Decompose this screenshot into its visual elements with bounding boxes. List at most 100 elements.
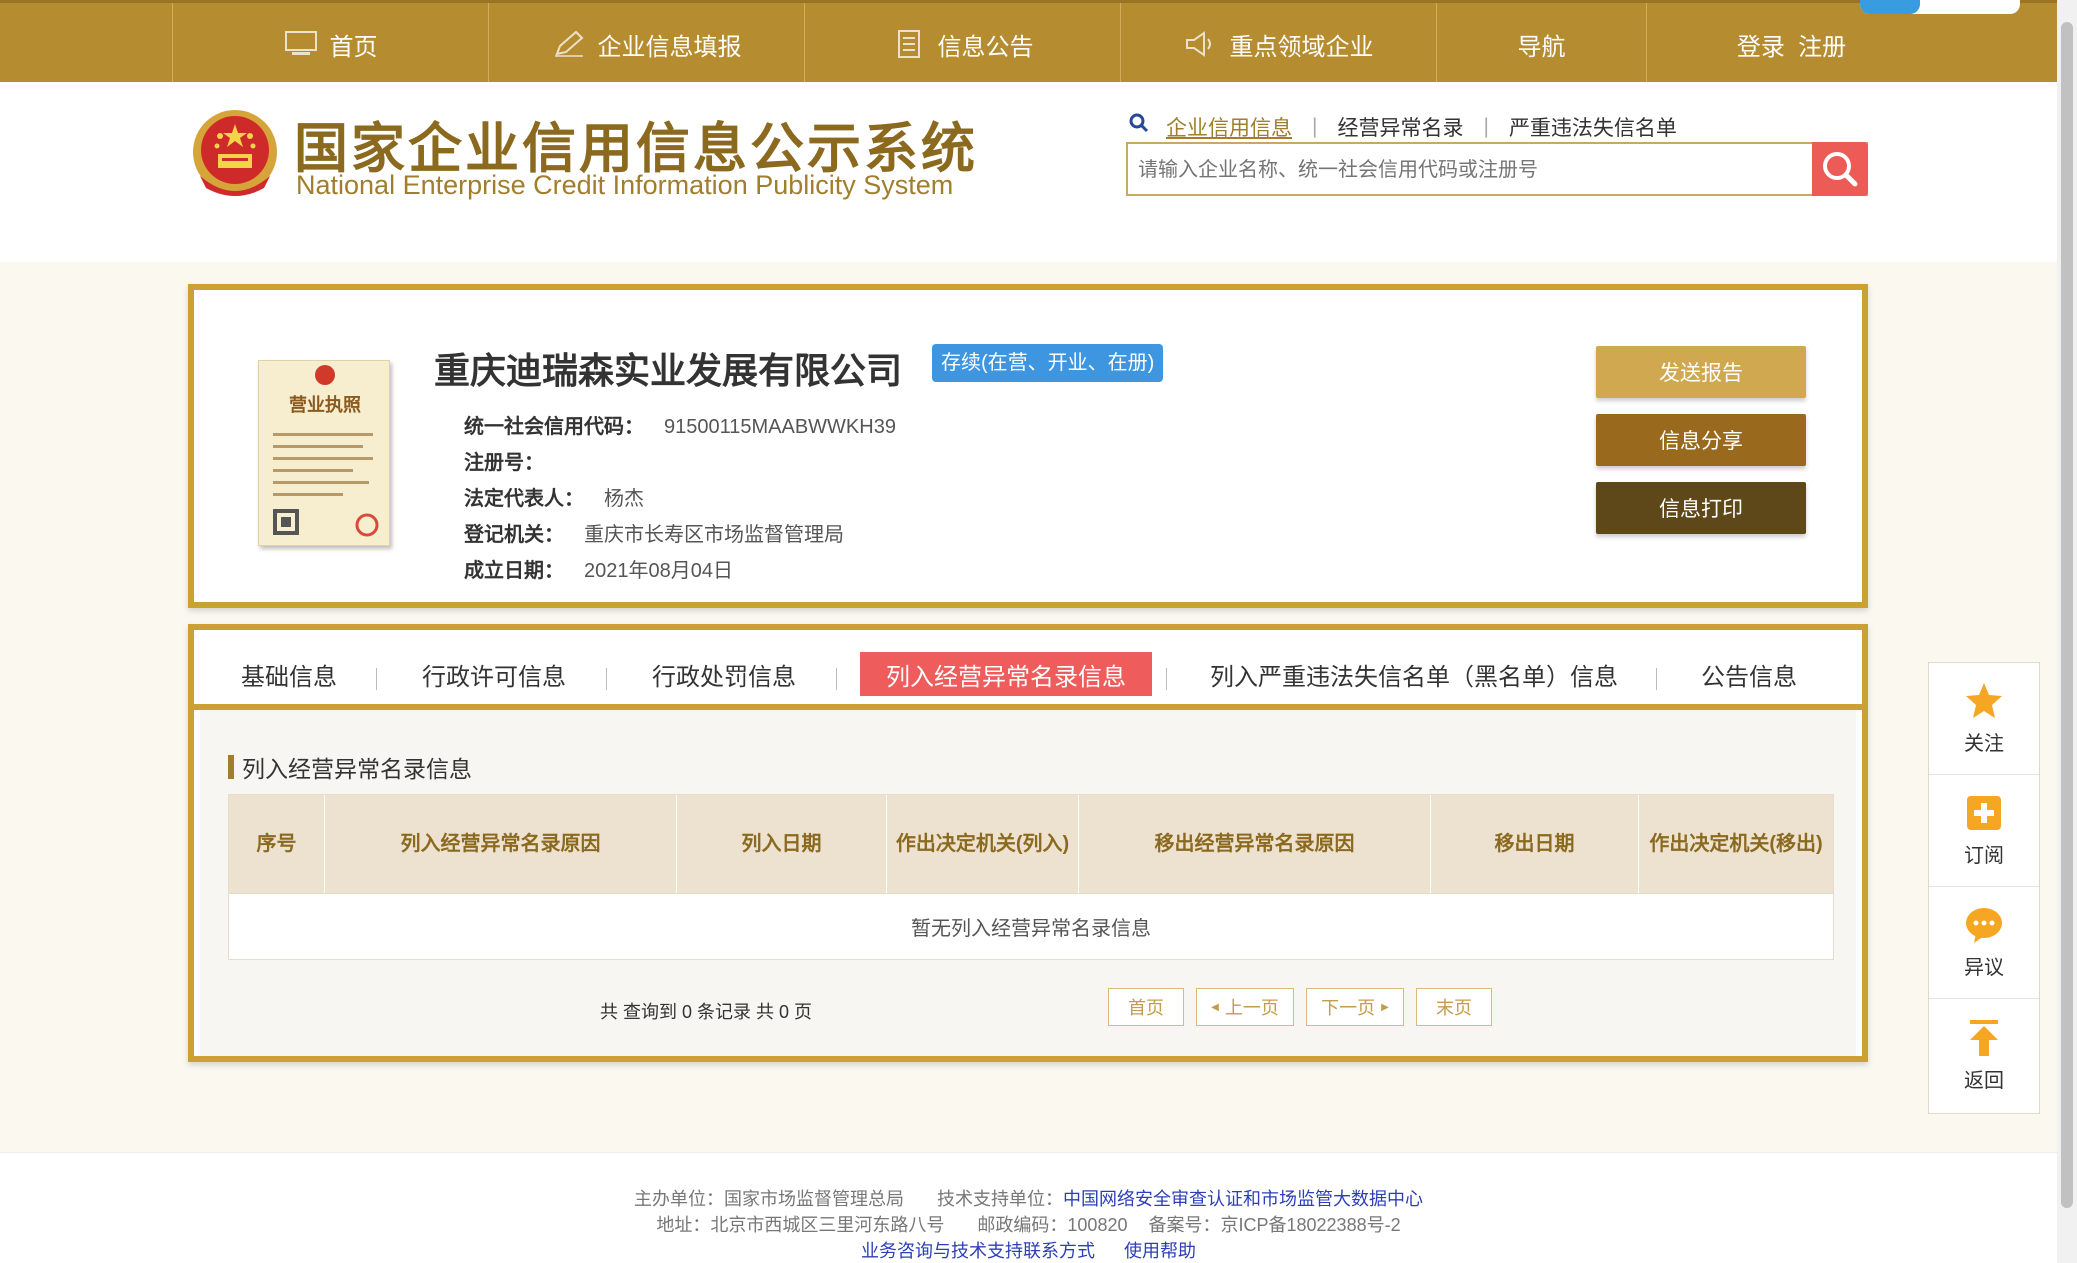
footer-address: 地址：北京市西城区三里河东路八号 bbox=[656, 1215, 945, 1235]
nav-login-register-label: 登录 注册 bbox=[1736, 33, 1847, 61]
tab-separator bbox=[836, 668, 837, 690]
info-tabs-panel: 基础信息 行政许可信息 行政处罚信息 列入经营异常名录信息 列入严重违法失信名单… bbox=[188, 624, 1868, 1062]
subscribe-button[interactable]: 订阅 bbox=[1929, 775, 2039, 887]
megaphone-icon bbox=[1185, 31, 1211, 57]
tab-announcement[interactable]: 公告信息 bbox=[1694, 652, 1804, 696]
chevron-right-icon: ▶ bbox=[1381, 1001, 1389, 1013]
national-emblem-icon bbox=[193, 110, 277, 196]
section-title-text: 列入经营异常名录信息 bbox=[242, 756, 472, 782]
business-license-icon: 营业执照 bbox=[273, 365, 379, 537]
back-to-top-button[interactable]: 返回 bbox=[1929, 999, 2039, 1111]
company-card: 营业执照 重庆迪瑞森实业发展有限公司 存续(在营、开业、在册) 统一社会信用代码… bbox=[188, 284, 1868, 608]
credit-code-label: 统一社会信用代码： bbox=[464, 416, 644, 438]
search-tab-separator: | bbox=[1312, 115, 1318, 138]
nav-navigation[interactable]: 导航 bbox=[1436, 3, 1646, 85]
chevron-left-icon: ◀ bbox=[1211, 1001, 1219, 1013]
star-icon bbox=[1966, 683, 2002, 718]
credit-code-value: 91500115MAABWWKH39 bbox=[664, 416, 896, 438]
nav-login-register[interactable]: 登录 注册 bbox=[1646, 3, 1936, 85]
tab-separator bbox=[1166, 668, 1167, 690]
search-tab-abnormal[interactable]: 经营异常名录 bbox=[1337, 112, 1463, 142]
info-row-legal-rep: 法定代表人： 杨杰 bbox=[464, 482, 644, 511]
scrollbar-thumb[interactable] bbox=[2061, 22, 2073, 1208]
search-input[interactable] bbox=[1138, 153, 1818, 187]
nav-enterprise-report-label: 企业信息填报 bbox=[597, 33, 742, 61]
tab-content: 列入经营异常名录信息 序号 列入经营异常名录原因 列入日期 作出决定机关(列入)… bbox=[200, 710, 1856, 1056]
tab-admin-license[interactable]: 行政许可信息 bbox=[414, 652, 574, 696]
abnormal-list-table: 序号 列入经营异常名录原因 列入日期 作出决定机关(列入) 移出经营异常名录原因… bbox=[228, 794, 1834, 960]
footer-line-host: 主办单位：国家市场监督管理总局 技术支持单位：中国网络安全审查认证和市场监管大数… bbox=[0, 1185, 2057, 1211]
established-label: 成立日期： bbox=[464, 560, 564, 582]
column-header: 移出日期 bbox=[1431, 795, 1639, 893]
established-value: 2021年08月04日 bbox=[584, 560, 733, 582]
search-tab-credit[interactable]: 企业信用信息 bbox=[1166, 112, 1292, 142]
info-row-authority: 登记机关： 重庆市长寿区市场监督管理局 bbox=[464, 518, 844, 547]
search-tab-blacklist[interactable]: 严重违法失信名单 bbox=[1509, 112, 1677, 142]
info-row-established: 成立日期： 2021年08月04日 bbox=[464, 554, 733, 583]
footer-icp[interactable]: 备案号：京ICP备18022388号-2 bbox=[1149, 1215, 1401, 1235]
search-icon bbox=[1823, 152, 1858, 187]
page-scrollbar[interactable] bbox=[2057, 0, 2077, 1263]
reg-no-label: 注册号： bbox=[464, 452, 544, 474]
pager-last-button[interactable]: 末页 bbox=[1416, 988, 1492, 1026]
pager-summary: 共 查询到 0 条记录 共 0 页 bbox=[600, 1002, 813, 1022]
footer-support-label: 技术支持单位： bbox=[937, 1189, 1063, 1209]
back-label: 返回 bbox=[1964, 1069, 2004, 1092]
nav-announcement[interactable]: 信息公告 bbox=[804, 3, 1120, 85]
legal-rep-label: 法定代表人： bbox=[464, 488, 584, 510]
nav-home[interactable]: 首页 bbox=[172, 3, 488, 85]
pager-next-button[interactable]: 下一页 ▶ bbox=[1306, 988, 1404, 1026]
nav-announcement-label: 信息公告 bbox=[937, 33, 1034, 61]
send-report-button[interactable]: 发送报告 bbox=[1596, 346, 1806, 398]
nav-navigation-label: 导航 bbox=[1517, 33, 1566, 61]
tab-separator bbox=[376, 668, 377, 690]
arrow-up-icon bbox=[1970, 1019, 1998, 1056]
objection-button[interactable]: 异议 bbox=[1929, 887, 2039, 999]
follow-label: 关注 bbox=[1964, 733, 2004, 755]
legal-rep-value: 杨杰 bbox=[604, 488, 644, 510]
nav-key-enterprises[interactable]: 重点领域企业 bbox=[1120, 3, 1436, 85]
section-title-bar bbox=[228, 755, 234, 779]
footer-host-label: 主办单位： bbox=[633, 1189, 724, 1209]
footer-consult-link[interactable]: 业务咨询与技术支持联系方式 bbox=[861, 1241, 1095, 1261]
pager-prev-button[interactable]: ◀ 上一页 bbox=[1196, 988, 1294, 1026]
nav-home-label: 首页 bbox=[329, 33, 378, 61]
share-info-button[interactable]: 信息分享 bbox=[1596, 414, 1806, 466]
tab-blacklist[interactable]: 列入严重违法失信名单（黑名单）信息 bbox=[1204, 652, 1624, 696]
footer-help-link[interactable]: 使用帮助 bbox=[1124, 1241, 1196, 1261]
chat-bubble-icon bbox=[1966, 908, 2002, 943]
tab-admin-penalty[interactable]: 行政处罚信息 bbox=[644, 652, 804, 696]
status-badge: 存续(在营、开业、在册) bbox=[932, 344, 1164, 382]
follow-button[interactable]: 关注 bbox=[1929, 663, 2039, 775]
nav-enterprise-report[interactable]: 企业信息填报 bbox=[488, 3, 804, 85]
print-info-button[interactable]: 信息打印 bbox=[1596, 482, 1806, 534]
tabs-bar: 基础信息 行政许可信息 行政处罚信息 列入经营异常名录信息 列入严重违法失信名单… bbox=[194, 634, 1862, 700]
column-header: 移出经营异常名录原因 bbox=[1079, 795, 1431, 893]
footer-postcode: 邮政编码：100820 bbox=[977, 1215, 1128, 1235]
pager-prev-label: 上一页 bbox=[1224, 998, 1279, 1018]
footer-host: 国家市场监督管理总局 bbox=[723, 1189, 904, 1209]
authority-value: 重庆市长寿区市场监督管理局 bbox=[584, 524, 844, 546]
column-header: 列入日期 bbox=[677, 795, 887, 893]
table-header: 序号 列入经营异常名录原因 列入日期 作出决定机关(列入) 移出经营异常名录原因… bbox=[228, 794, 1834, 894]
footer-line-address: 地址：北京市西城区三里河东路八号 邮政编码：100820 备案号：京ICP备18… bbox=[0, 1211, 2057, 1237]
info-row-reg-no: 注册号： bbox=[464, 446, 564, 475]
tab-abnormal-list[interactable]: 列入经营异常名录信息 bbox=[860, 652, 1152, 696]
column-header: 作出决定机关(移出) bbox=[1649, 833, 1823, 855]
top-nav: 首页 企业信息填报 信息公告 重点领域企业 导航 登录 注册 bbox=[0, 0, 2057, 85]
footer-line-links: 业务咨询与技术支持联系方式 使用帮助 bbox=[0, 1237, 2057, 1263]
footer-support-link[interactable]: 中国网络安全审查认证和市场监管大数据中心 bbox=[1063, 1189, 1423, 1209]
tab-basic-info[interactable]: 基础信息 bbox=[234, 652, 344, 696]
pen-icon bbox=[554, 30, 583, 57]
column-header: 作出决定机关(列入) bbox=[887, 795, 1079, 893]
floating-side-bar: 关注 订阅 异议 返回 bbox=[1928, 662, 2040, 1114]
search-button[interactable] bbox=[1812, 142, 1868, 196]
business-license-image[interactable]: 营业执照 bbox=[258, 360, 390, 546]
section-title: 列入经营异常名录信息 bbox=[228, 750, 472, 784]
top-login-tab[interactable] bbox=[1860, 0, 2020, 14]
table-empty-row: 暂无列入经营异常名录信息 bbox=[228, 894, 1834, 960]
pager-first-button[interactable]: 首页 bbox=[1108, 988, 1184, 1026]
tab-separator bbox=[606, 668, 607, 690]
column-header: 列入经营异常名录原因 bbox=[325, 795, 677, 893]
objection-label: 异议 bbox=[1964, 957, 2004, 979]
